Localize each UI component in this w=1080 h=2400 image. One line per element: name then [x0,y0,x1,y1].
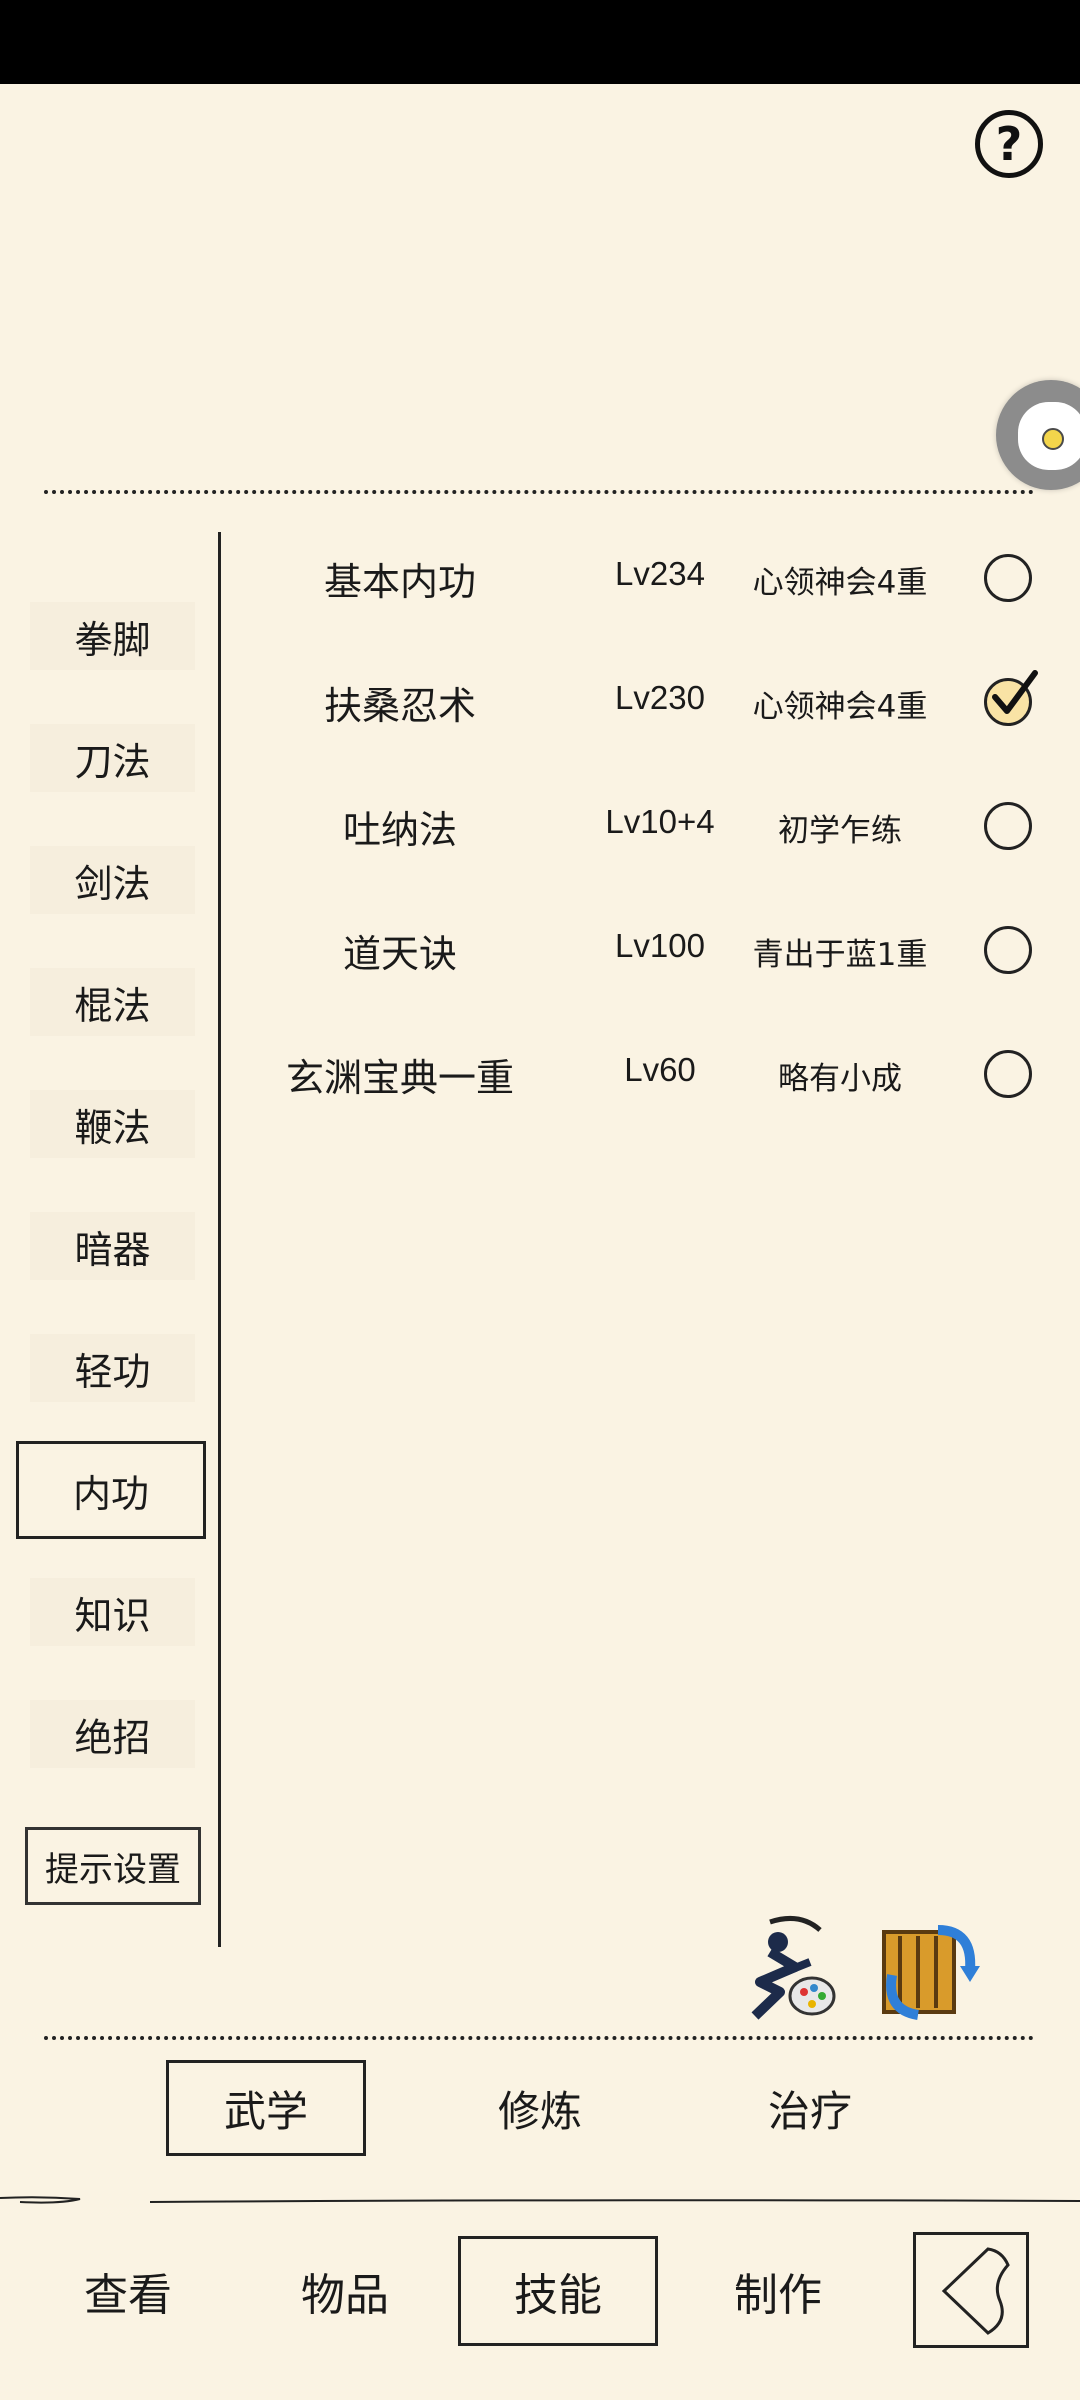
subtab-wuxue[interactable]: 武学 [166,2060,366,2156]
category-zhishi[interactable]: 知识 [30,1578,195,1646]
skill-stage: 心领神会4重 [752,565,928,601]
skill-name: 吐纳法 [342,808,457,852]
skill-row[interactable]: 扶桑忍术 Lv230 心领神会4重 [240,661,1040,741]
category-neigong[interactable]: 内功 [16,1441,206,1539]
skill-checkbox[interactable] [984,802,1032,850]
bottom-divider [44,2036,1034,2040]
bottom-nav: 查看 物品 技能 制作 [0,2206,1080,2400]
game-assistant-icon[interactable] [996,380,1080,490]
category-gunfa[interactable]: 棍法 [30,968,195,1036]
skill-name: 基本内功 [323,560,476,604]
category-qinggong[interactable]: 轻功 [30,1334,195,1402]
category-quanjiao[interactable]: 拳脚 [30,602,195,670]
status-bar [0,0,1080,84]
skill-row[interactable]: 道天诀 Lv100 青出于蓝1重 [240,909,1040,989]
skill-checkbox[interactable] [984,1050,1032,1098]
back-button[interactable] [913,2232,1029,2348]
skill-stage: 心领神会4重 [752,689,928,725]
panel-divider [218,532,221,1947]
back-arrow-icon [941,2247,1010,2335]
skill-checkbox[interactable] [984,554,1032,602]
nav-view[interactable]: 查看 [28,2236,228,2346]
scroll-swap-icon[interactable] [878,1920,982,2020]
skill-level: Lv100 [615,927,705,964]
skill-name: 道天诀 [342,932,457,976]
subtab-xiulian[interactable]: 修炼 [440,2060,640,2156]
category-juezhao[interactable]: 绝招 [30,1700,195,1768]
checkmark-icon [992,670,1038,714]
nav-items[interactable]: 物品 [245,2236,445,2346]
subtab-zhiliao[interactable]: 治疗 [710,2060,910,2156]
skill-name: 玄渊宝典一重 [285,1056,514,1100]
skill-checkbox[interactable] [984,670,1038,726]
nav-skills[interactable]: 技能 [458,2236,658,2346]
skill-level: Lv230 [615,679,705,716]
skill-row[interactable]: 玄渊宝典一重 Lv60 略有小成 [240,1033,1040,1113]
skill-checkbox[interactable] [984,926,1032,974]
question-icon[interactable]: ? [975,110,1043,178]
skill-name: 扶桑忍术 [323,684,476,728]
category-anqi[interactable]: 暗器 [30,1212,195,1280]
skill-level: Lv60 [624,1051,696,1088]
skill-row[interactable]: 吐纳法 Lv10+4 初学乍练 [240,785,1040,865]
martial-figure-palette-icon[interactable] [740,1912,840,2022]
brush-separator [0,2196,1080,2204]
category-bianfa[interactable]: 鞭法 [30,1090,195,1158]
tips-setting-button[interactable]: 提示设置 [25,1827,201,1905]
skill-row[interactable]: 基本内功 Lv234 心领神会4重 [240,537,1040,617]
skill-stage: 略有小成 [778,1061,902,1097]
category-daofa[interactable]: 刀法 [30,724,195,792]
nav-craft[interactable]: 制作 [678,2236,878,2346]
top-divider [44,490,1034,494]
skill-stage: 初学乍练 [778,813,902,849]
skill-stage: 青出于蓝1重 [752,937,928,973]
skill-level: Lv10+4 [605,803,715,840]
category-jianfa[interactable]: 剑法 [30,846,195,914]
skill-level: Lv234 [615,555,705,592]
